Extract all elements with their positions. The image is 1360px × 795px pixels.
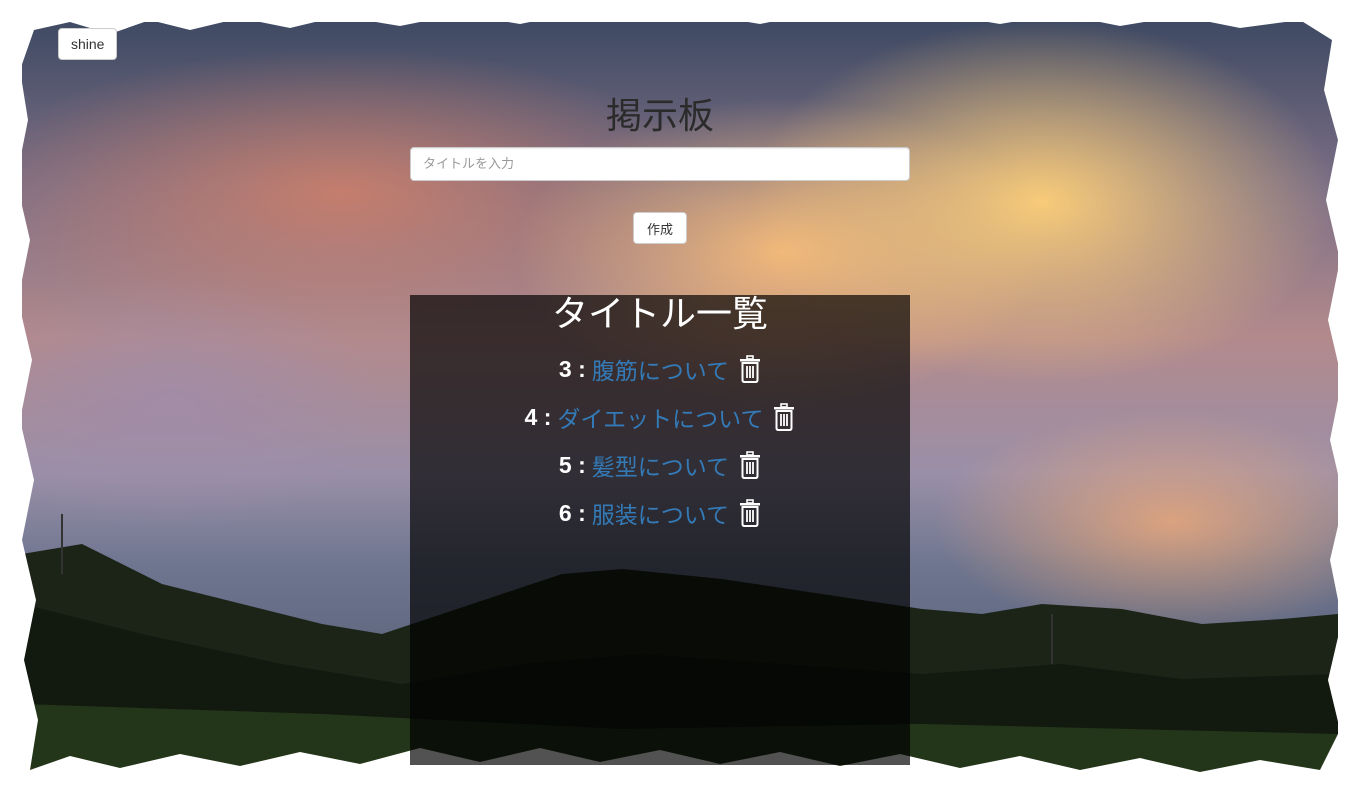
topic-id: 5 : [558, 451, 586, 478]
page-title: 掲示板 [605, 96, 714, 137]
topic-link[interactable]: 服装について [592, 496, 729, 530]
list-item: 4 : ダイエットについて [410, 393, 910, 441]
topic-id: 6 : [558, 499, 586, 526]
board-form: 掲示板 [410, 92, 910, 181]
title-list-panel: タイトル一覧 3 : 腹筋について 4 : ダイエットについて 5 : 髪型につ… [410, 295, 910, 765]
shine-button[interactable]: shine [58, 28, 118, 60]
title-list-heading: タイトル一覧 [551, 294, 768, 335]
list-item: 6 : 服装について [410, 489, 910, 537]
trash-icon[interactable] [739, 355, 761, 383]
list-item: 5 : 髪型について [410, 441, 910, 489]
topic-list: 3 : 腹筋について 4 : ダイエットについて 5 : 髪型について 6: … [410, 345, 910, 537]
topic-id: 3 : [558, 355, 586, 382]
trash-icon[interactable] [739, 451, 761, 479]
trash-icon[interactable] [739, 499, 761, 527]
title-input[interactable] [410, 147, 910, 181]
topic-link[interactable]: 髪型について [592, 448, 729, 482]
page: shine 掲示板 作成 タイトル一覧 3 : 腹筋について 4 : ダイエット… [0, 0, 1360, 795]
topic-id: 4 : [524, 403, 552, 430]
list-item: 3 : 腹筋について [410, 345, 910, 393]
topic-link[interactable]: ダイエットについて [557, 400, 763, 434]
topic-link[interactable]: 腹筋について [592, 352, 729, 386]
trash-icon[interactable] [773, 403, 795, 431]
create-button[interactable]: 作成 [633, 212, 687, 244]
